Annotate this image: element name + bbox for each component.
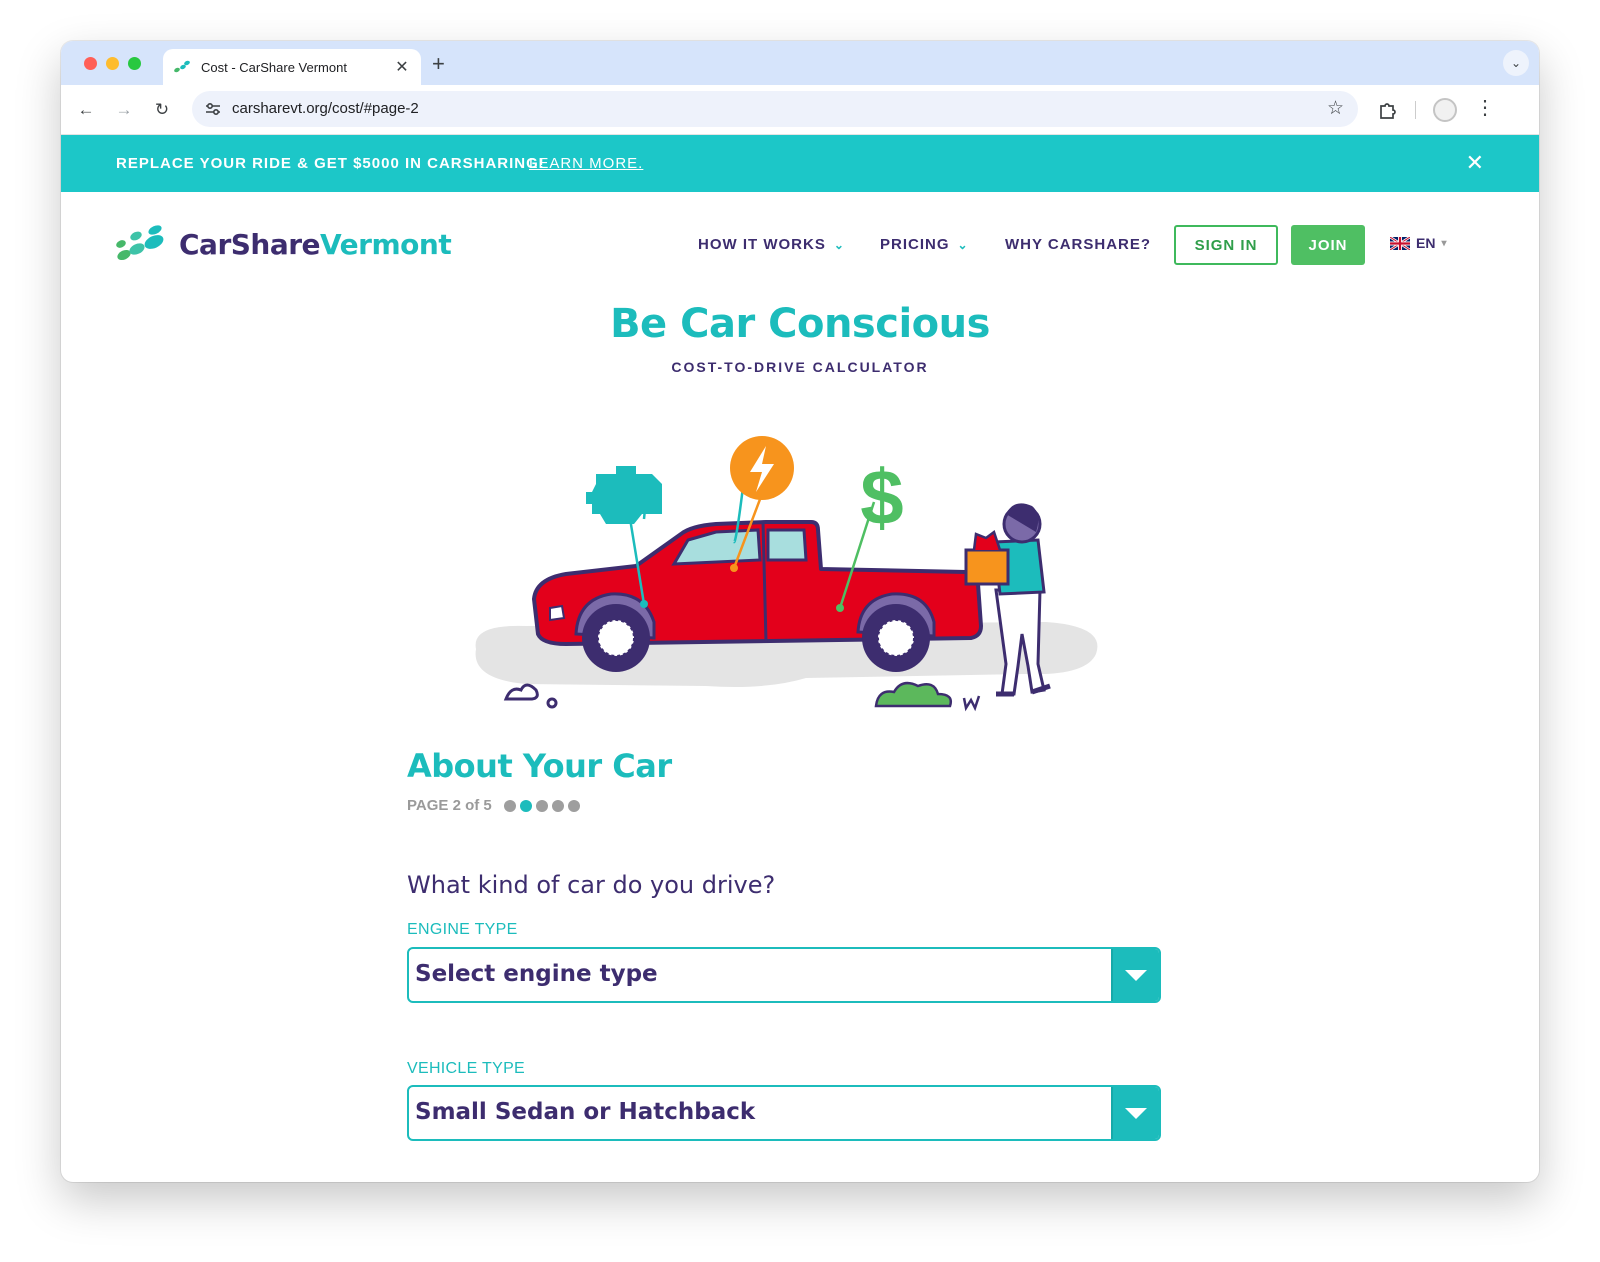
- engine-type-select[interactable]: Select engine type: [407, 947, 1161, 1003]
- logo-text-vermont: Vermont: [320, 227, 452, 261]
- site-logo[interactable]: CarShareVermont: [115, 224, 452, 264]
- banner-text: REPLACE YOUR RIDE & GET $5000 IN CARSHAR…: [116, 155, 545, 172]
- site-settings-icon[interactable]: [204, 101, 222, 117]
- window-controls: [84, 57, 141, 70]
- page-dot: [567, 799, 580, 812]
- triangle-down-icon: [1125, 969, 1147, 981]
- bush: [874, 681, 981, 712]
- zoom-window-button[interactable]: [128, 57, 141, 70]
- hero-subtitle: COST-TO-DRIVE CALCULATOR: [671, 359, 929, 375]
- page-dots: [503, 799, 580, 812]
- carshare-favicon-icon: [174, 60, 190, 73]
- address-bar[interactable]: carsharevt.org/cost/#page-2 ☆: [192, 91, 1358, 127]
- banner-learn-more-link[interactable]: LEARN MORE.: [529, 155, 643, 172]
- engine-type-dropdown-button[interactable]: [1111, 949, 1159, 1001]
- language-selector[interactable]: EN ▾: [1390, 235, 1446, 251]
- tab-strip: Cost - CarShare Vermont ✕ + ⌄: [61, 41, 1539, 85]
- section-title: About Your Car: [407, 747, 672, 785]
- sign-in-button[interactable]: SIGN IN: [1174, 225, 1278, 265]
- chevron-down-icon: ⌄: [957, 238, 969, 252]
- vehicle-type-select[interactable]: Small Sedan or Hatchback: [407, 1085, 1161, 1141]
- profile-avatar[interactable]: [1433, 98, 1457, 122]
- new-tab-button[interactable]: +: [432, 51, 445, 77]
- close-window-button[interactable]: [84, 57, 97, 70]
- forward-button[interactable]: →: [112, 98, 136, 122]
- tab-close-icon[interactable]: ✕: [393, 57, 411, 77]
- page-indicator-text: PAGE 2 of 5: [407, 797, 492, 814]
- back-button[interactable]: ←: [74, 98, 98, 122]
- url-text[interactable]: carsharevt.org/cost/#page-2: [232, 100, 419, 117]
- join-button[interactable]: JOIN: [1291, 225, 1365, 265]
- caret-down-icon: ▾: [1441, 237, 1447, 249]
- reload-button[interactable]: ↻: [150, 98, 174, 122]
- language-code: EN: [1416, 235, 1436, 251]
- page-indicator: PAGE 2 of 5: [407, 797, 580, 814]
- truck-illustration: $: [475, 436, 1098, 712]
- question-heading: What kind of car do you drive?: [407, 871, 776, 899]
- logo-text-carshare: CarShare: [179, 227, 321, 261]
- vehicle-type-dropdown-button[interactable]: [1111, 1087, 1159, 1139]
- browser-toolbar: ← → ↻ carsharevt.org/cost/#page-2 ☆ ⋮: [61, 85, 1539, 135]
- tab-search-button[interactable]: ⌄: [1503, 50, 1529, 76]
- engine-type-label: ENGINE TYPE: [407, 921, 518, 938]
- uk-flag-icon: [1390, 236, 1410, 250]
- page-dot: [519, 799, 532, 812]
- page-dot: [535, 799, 548, 812]
- banner-close-icon[interactable]: ✕: [1466, 150, 1484, 176]
- tab-title: Cost - CarShare Vermont: [201, 59, 347, 75]
- nav-pricing[interactable]: PRICING ⌄: [880, 236, 969, 253]
- nav-pricing-label: PRICING: [880, 236, 950, 253]
- page-dot: [503, 799, 516, 812]
- bookmark-star-icon[interactable]: ☆: [1327, 97, 1344, 120]
- nav-how-it-works[interactable]: HOW IT WORKS ⌄: [698, 236, 845, 253]
- minimize-window-button[interactable]: [106, 57, 119, 70]
- browser-menu-icon[interactable]: ⋮: [1475, 96, 1495, 120]
- extensions-icon[interactable]: [1377, 99, 1399, 121]
- toolbar-separator: [1415, 101, 1416, 119]
- vehicle-type-value: Small Sedan or Hatchback: [415, 1099, 756, 1125]
- rocks: [503, 683, 558, 709]
- promo-banner: REPLACE YOUR RIDE & GET $5000 IN CARSHAR…: [61, 135, 1539, 192]
- triangle-down-icon: [1125, 1107, 1147, 1119]
- page-dot: [551, 799, 564, 812]
- nav-how-it-works-label: HOW IT WORKS: [698, 236, 826, 253]
- svg-text:$: $: [860, 453, 903, 541]
- vehicle-type-label: VEHICLE TYPE: [407, 1060, 526, 1077]
- logo-mark-icon: [116, 225, 164, 261]
- nav-why-carshare[interactable]: WHY CARSHARE?: [1005, 236, 1151, 253]
- chevron-down-icon: ⌄: [833, 238, 845, 252]
- tab-active[interactable]: Cost - CarShare Vermont ✕: [163, 49, 421, 85]
- browser-window: Cost - CarShare Vermont ✕ + ⌄ ← → ↻ cars…: [61, 41, 1539, 1182]
- hero-title: Be Car Conscious: [610, 301, 990, 347]
- engine-type-value: Select engine type: [415, 961, 658, 987]
